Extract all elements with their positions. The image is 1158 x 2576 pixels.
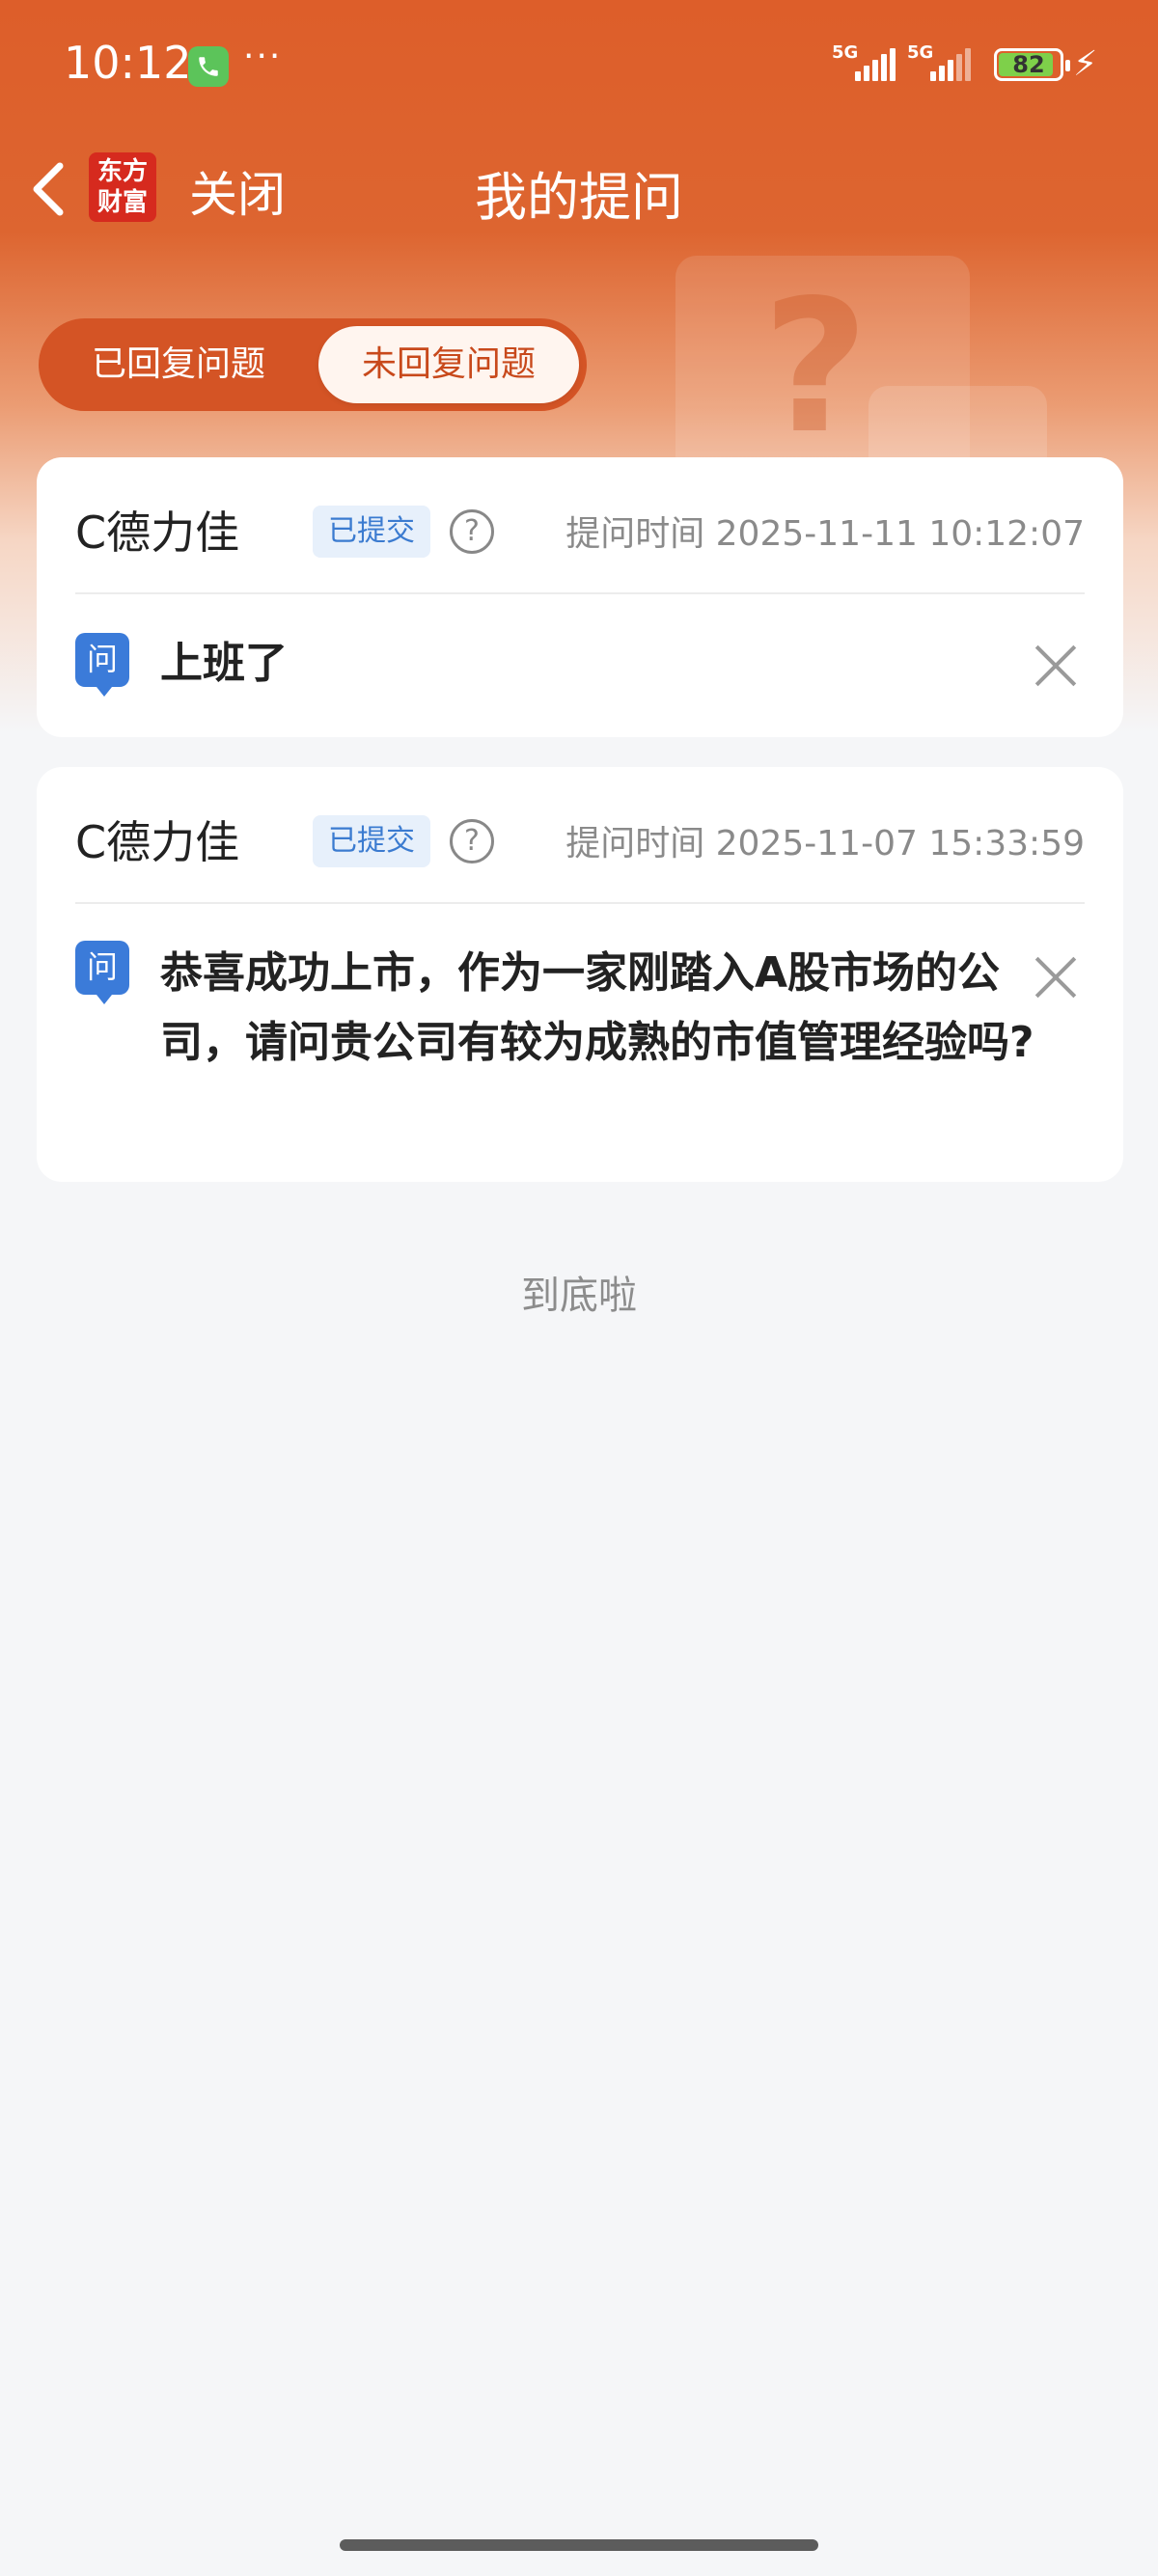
tab-unanswered[interactable]: 未回复问题 xyxy=(318,326,579,403)
ask-time-value: 2025-11-07 15:33:59 xyxy=(715,824,1085,863)
status-bar: 10:12 ··· 5G 5G 82 ⚡ xyxy=(0,0,1158,130)
tab-answered[interactable]: 已回复问题 xyxy=(39,318,318,411)
signal-label: 5G xyxy=(907,42,934,63)
battery-level: 82 xyxy=(1012,51,1045,78)
ask-time-label: 提问时间 xyxy=(565,514,705,554)
more-notifications-icon: ··· xyxy=(243,37,283,76)
help-icon[interactable]: ? xyxy=(450,819,494,863)
question-mark-decor-icon: ? xyxy=(762,260,869,474)
ask-time-label: 提问时间 xyxy=(565,824,705,863)
charging-icon: ⚡ xyxy=(1073,44,1098,84)
status-badge: 已提交 xyxy=(313,506,430,558)
ask-time: 提问时间 2025-11-07 15:33:59 xyxy=(565,815,1085,865)
question-text[interactable]: 恭喜成功上市，作为一家刚踏入A股市场的公司，请问贵公司有较为成熟的市值管理经验吗… xyxy=(160,939,1067,1078)
question-card: C德力佳 已提交 ? 提问时间 2025-11-07 15:33:59 问 恭喜… xyxy=(37,767,1123,1182)
company-name: C德力佳 xyxy=(75,507,240,559)
ask-time-value: 2025-11-11 10:12:07 xyxy=(715,514,1085,554)
battery-icon: 82 xyxy=(994,48,1070,81)
question-text[interactable]: 上班了 xyxy=(160,629,1067,699)
question-card-header: C德力佳 已提交 ? 提问时间 2025-11-11 10:12:07 xyxy=(75,457,1085,594)
nav-bar: 东方 财富 关闭 我的提问 xyxy=(0,145,1158,232)
question-icon: 问 xyxy=(75,633,129,697)
company-name: C德力佳 xyxy=(75,816,240,868)
page-title: 我的提问 xyxy=(475,167,683,228)
status-time: 10:12 xyxy=(64,37,192,89)
question-card-header: C德力佳 已提交 ? 提问时间 2025-11-07 15:33:59 xyxy=(75,767,1085,904)
question-icon: 问 xyxy=(75,941,129,1004)
ask-time: 提问时间 2025-11-11 10:12:07 xyxy=(565,506,1085,556)
help-icon[interactable]: ? xyxy=(450,509,494,554)
question-tabs: 已回复问题 未回复问题 xyxy=(39,318,587,411)
phone-call-icon xyxy=(188,46,229,87)
close-icon[interactable] xyxy=(1034,956,1077,999)
signal-icon: 5G xyxy=(832,42,909,85)
close-icon[interactable] xyxy=(1034,644,1077,687)
status-badge: 已提交 xyxy=(313,815,430,867)
end-of-list-text: 到底啦 xyxy=(521,1274,637,1318)
home-indicator[interactable] xyxy=(340,2539,818,2551)
signal-label: 5G xyxy=(832,42,859,63)
question-card: C德力佳 已提交 ? 提问时间 2025-11-11 10:12:07 问 上班… xyxy=(37,457,1123,737)
signal-icon: 5G xyxy=(907,42,984,85)
